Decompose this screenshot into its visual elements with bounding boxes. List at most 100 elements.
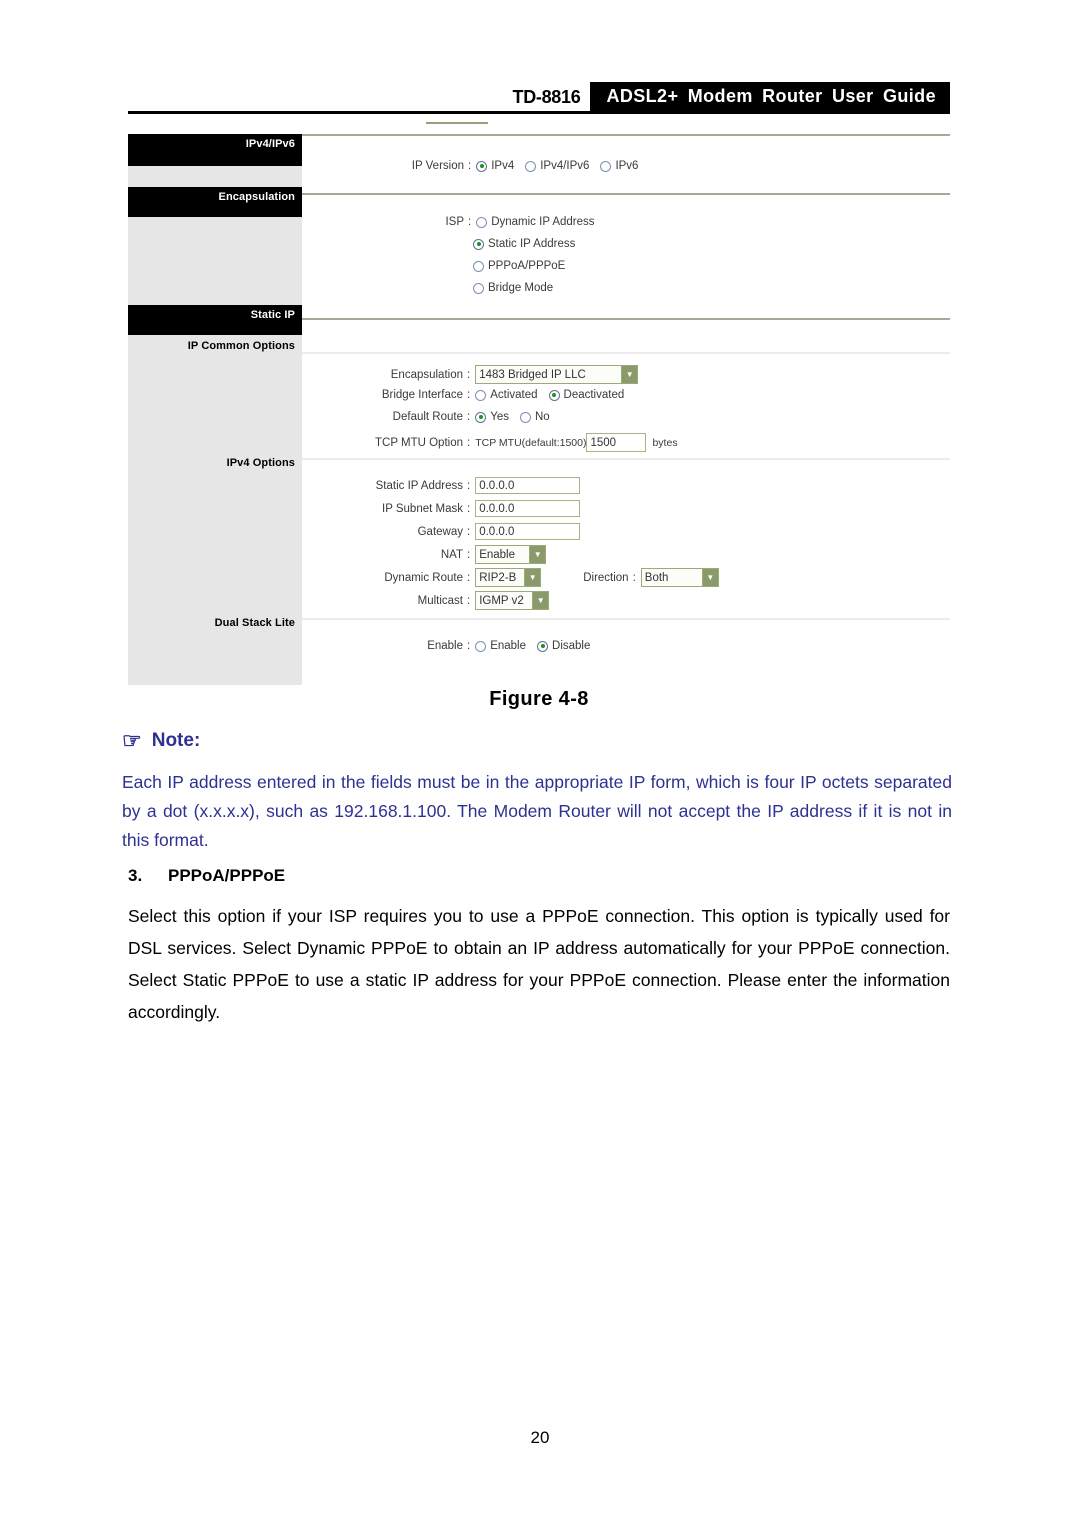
section-label-static-ip: Static IP (128, 305, 302, 335)
bridge-interface-colon: : (467, 389, 471, 401)
radio-label-ipv6: IPv6 (615, 160, 639, 172)
isp-option-pppoa-pppoe[interactable]: PPPoA/PPPoE (473, 260, 576, 272)
header-title: ADSL2+ Modem Router User Guide (590, 82, 950, 112)
separator-after-ip-version (302, 193, 950, 195)
radio-dynamic-ip-address[interactable] (476, 216, 488, 228)
radio-dslite-enable[interactable] (475, 640, 487, 652)
tcp-mtu-unit: bytes (652, 436, 678, 449)
multicast-colon: : (467, 594, 471, 607)
separator-after-isp (302, 318, 950, 320)
top-accent-line (426, 122, 488, 124)
isp-row-label: ISP : Dynamic IP Address (302, 216, 702, 228)
figure-4-8: IPv4/IPv6 Encapsulation Static IP IP Com… (128, 120, 950, 685)
radio-ipv4-ipv6[interactable] (525, 160, 537, 172)
ip-version-colon: : (468, 160, 472, 172)
chevron-down-icon[interactable]: ▼ (621, 366, 638, 383)
radio-yes[interactable] (475, 411, 487, 423)
separator-top (302, 134, 950, 136)
dual-stack-lite-option-disable[interactable]: Disable (537, 640, 601, 652)
radio-label-dslite-enable: Enable (490, 640, 527, 652)
static-ip-address-label: Static IP Address (375, 479, 463, 492)
radio-label-dynamic-ip-address: Dynamic IP Address (491, 216, 595, 228)
ip-version-option-ipv6[interactable]: IPv6 (600, 160, 649, 172)
tcp-mtu-row: TCP MTU Option : TCP MTU(default:1500) 1… (302, 433, 678, 452)
section-body: Select this option if your ISP requires … (128, 906, 950, 1022)
chevron-down-icon[interactable]: ▼ (529, 546, 546, 563)
multicast-select[interactable]: IGMP v2 ▼ (475, 591, 550, 610)
isp-label: ISP (445, 216, 464, 228)
radio-dslite-disable[interactable] (537, 640, 549, 652)
radio-ipv6[interactable] (600, 160, 612, 172)
dynamic-route-row: Dynamic Route : RIP2-B ▼ Direction : Bot… (302, 568, 719, 587)
ip-version-option-ipv4-ipv6[interactable]: IPv4/IPv6 (525, 160, 600, 172)
page-number: 20 (530, 1428, 550, 1447)
radio-deactivated[interactable] (548, 389, 560, 401)
chevron-down-icon[interactable]: ▼ (532, 592, 549, 609)
bridge-interface-option-deactivated[interactable]: Deactivated (548, 389, 636, 401)
multicast-label: Multicast (417, 594, 463, 607)
tcp-mtu-colon: : (467, 436, 471, 449)
radio-bridge-mode[interactable] (473, 282, 484, 294)
separator-after-common-options (302, 458, 950, 460)
dynamic-route-label: Dynamic Route (384, 571, 463, 584)
dual-stack-lite-option-enable[interactable]: Enable (475, 640, 537, 652)
isp-option-dynamic-ip[interactable]: Dynamic IP Address (476, 216, 605, 228)
separator-static-ip-top (302, 352, 950, 354)
multicast-row: Multicast : IGMP v2 ▼ (302, 591, 550, 610)
radio-label-ipv4-ipv6: IPv4/IPv6 (540, 160, 590, 172)
isp-option-static-ip[interactable]: Static IP Address (473, 238, 586, 250)
radio-pppoa-pppoe[interactable] (473, 260, 484, 272)
page-header: TD-8816 ADSL2+ Modem Router User Guide (0, 0, 1080, 120)
ip-subnet-mask-input[interactable]: 0.0.0.0 (475, 500, 581, 517)
chevron-down-icon[interactable]: ▼ (524, 569, 541, 586)
direction-value: Both (644, 571, 669, 584)
direction-select[interactable]: Both ▼ (640, 568, 719, 587)
encapsulation-value: 1483 Bridged IP LLC (479, 368, 586, 381)
chevron-down-icon[interactable]: ▼ (701, 569, 718, 586)
header-rule (128, 111, 950, 114)
multicast-value: IGMP v2 (479, 594, 524, 607)
ip-subnet-mask-label: IP Subnet Mask (382, 502, 463, 515)
default-route-label: Default Route (392, 411, 463, 423)
dual-stack-lite-enable-row: Enable : Enable Disable (302, 640, 601, 652)
isp-option-bridge-mode[interactable]: Bridge Mode (473, 282, 564, 294)
nat-value: Enable (479, 548, 516, 561)
note-heading: Note: (151, 730, 201, 751)
static-ip-address-input[interactable]: 0.0.0.0 (475, 477, 581, 494)
default-route-option-no[interactable]: No (519, 411, 561, 423)
radio-no[interactable] (519, 411, 531, 423)
dual-stack-lite-label: Enable (427, 640, 463, 652)
nat-select[interactable]: Enable ▼ (475, 545, 547, 564)
dynamic-route-select[interactable]: RIP2-B ▼ (475, 568, 542, 587)
encapsulation-label: Encapsulation (390, 368, 463, 381)
isp-colon: : (468, 216, 472, 228)
default-route-row: Default Route : Yes No (302, 411, 561, 423)
radio-static-ip-address[interactable] (473, 238, 484, 250)
figure-caption: Figure 4-8 (489, 688, 589, 710)
gateway-input[interactable]: 0.0.0.0 (475, 523, 581, 540)
separator-after-ipv4-options (302, 618, 950, 620)
gateway-colon: : (467, 525, 471, 538)
radio-label-dslite-disable: Disable (552, 640, 591, 652)
dual-stack-lite-colon: : (467, 640, 471, 652)
radio-activated[interactable] (475, 389, 487, 401)
section-title-row: 3. PPPoA/PPPoE (128, 866, 950, 886)
note-text: Each IP address entered in the fields mu… (122, 772, 952, 850)
direction-colon: : (632, 571, 636, 584)
radio-ipv4[interactable] (476, 160, 488, 172)
radio-label-ipv4: IPv4 (491, 160, 515, 172)
encapsulation-select[interactable]: 1483 Bridged IP LLC ▼ (475, 365, 639, 384)
radio-label-static-ip-address: Static IP Address (488, 238, 576, 250)
tcp-mtu-input[interactable]: 1500 (586, 433, 647, 452)
encapsulation-row: Encapsulation : 1483 Bridged IP LLC ▼ (302, 365, 639, 384)
default-route-colon: : (467, 411, 471, 423)
ip-version-option-ipv4[interactable]: IPv4 (476, 160, 525, 172)
ip-subnet-mask-colon: : (467, 502, 471, 515)
bridge-interface-option-activated[interactable]: Activated (475, 389, 548, 401)
section-pppoa-pppoe: 3. PPPoA/PPPoE Select this option if you… (128, 866, 950, 1028)
radio-label-yes: Yes (490, 411, 509, 423)
router-config-screenshot: IPv4/IPv6 Encapsulation Static IP IP Com… (128, 120, 950, 685)
default-route-option-yes[interactable]: Yes (475, 411, 520, 423)
bridge-interface-label: Bridge Interface (381, 389, 463, 401)
section-label-column: IPv4/IPv6 Encapsulation Static IP IP Com… (128, 134, 302, 685)
